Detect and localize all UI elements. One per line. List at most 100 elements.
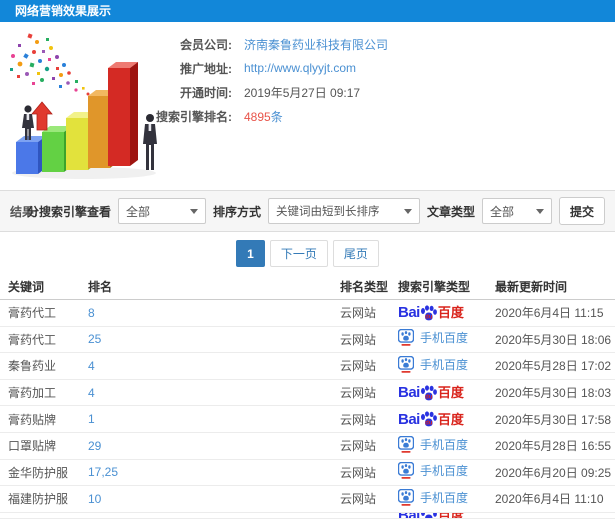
engine-cell: Bai du 百度: [398, 305, 495, 321]
baidu-paw-icon: du: [420, 305, 437, 320]
mobile-baidu-label: 手机百度: [420, 490, 469, 505]
baidu-paw-icon: [420, 512, 437, 518]
mobile-baidu-icon: [398, 462, 414, 480]
promo-url-link[interactable]: http://www.qlyyjt.com: [244, 61, 356, 75]
mobile-baidu-label: 手机百度: [420, 357, 469, 372]
keyword-cell: 膏药贴牌: [8, 412, 57, 427]
table-header-row: 关键词 排名 排名类型 搜索引擎类型 最新更新时间: [0, 274, 615, 300]
rank-type-cell: 云网站: [340, 412, 377, 427]
baidu-bai-text: Bai: [398, 304, 420, 321]
col-header-rank: 排名: [88, 280, 113, 294]
rank-link[interactable]: 29: [88, 439, 101, 453]
engine-cell: 手机百度: [398, 435, 495, 456]
baidu-mobile-badge: 手机百度: [398, 488, 469, 506]
mobile-baidu-icon: [398, 355, 414, 373]
keyword-cell: 口罩贴牌: [8, 439, 57, 454]
baidu-paw-icon: du: [420, 384, 437, 400]
chevron-down-icon: [536, 208, 544, 214]
keyword-cell: 秦鲁药业: [8, 359, 57, 374]
mobile-baidu-label: 手机百度: [420, 437, 469, 452]
rank-type-cell: 云网站: [340, 359, 377, 374]
updated-cell: 2020年6月4日 11:10: [495, 492, 604, 507]
sort-filter-label: 排序方式: [212, 204, 261, 219]
rank-count-number: 4895: [244, 109, 271, 124]
open-time-value: 2019年5月27日 09:17: [244, 85, 361, 100]
rank-link[interactable]: 1: [88, 412, 95, 426]
baidu-bai-text: Bai: [398, 411, 420, 428]
rank-type-cell: 云网站: [340, 439, 377, 454]
updated-cell: 2020年5月30日 17:58: [495, 412, 612, 427]
rank-link[interactable]: 4: [88, 386, 95, 400]
table-row[interactable]: 口罩贴牌 29 云网站 手机百度 2020年5月28日 16:55: [0, 432, 615, 460]
rank-count-value[interactable]: 4895条: [244, 108, 283, 125]
keyword-cell: 膏药代工: [8, 332, 57, 347]
baidu-bai-text: Bai: [398, 384, 420, 401]
baidu-logo: Bai du 百度: [398, 305, 464, 321]
baidu-du-text: du: [425, 394, 433, 400]
rank-count-unit: 条: [270, 109, 283, 124]
col-header-rank-type: 排名类型: [340, 280, 389, 294]
table-row[interactable]: 秦鲁药业 4 云网站 手机百度 2020年5月28日 17:02: [0, 353, 615, 380]
engine-select[interactable]: 全部: [117, 198, 206, 224]
info-row-rank-count: 搜索引擎排名: 4895条: [90, 104, 388, 128]
rank-link[interactable]: 10: [88, 492, 101, 506]
info-row-company: 会员公司: 济南秦鲁药业科技有限公司: [90, 32, 388, 56]
article-type-select[interactable]: 全部: [482, 198, 552, 224]
keyword-cell: 金华防护服: [8, 465, 69, 480]
baidu-mobile-badge: 手机百度: [398, 355, 469, 373]
chevron-down-icon: [189, 208, 198, 214]
rank-link[interactable]: 4: [88, 359, 95, 373]
baidu-mobile-badge: 手机百度: [398, 435, 469, 453]
updated-cell: 2020年6月4日 11:15: [495, 306, 604, 321]
rank-type-cell: 云网站: [340, 332, 377, 347]
up-arrow-icon: [31, 101, 53, 131]
rank-type-cell: 云网站: [340, 492, 377, 507]
table-row[interactable]: 膏药代工 8 云网站 Bai du 百度 2020年6月4日 11:15: [0, 300, 615, 327]
last-page-button[interactable]: 尾页: [332, 240, 379, 267]
sort-select[interactable]: 关键词由短到长排序: [267, 198, 420, 224]
window-title-bar: 网络营销效果展示: [0, 0, 615, 22]
baidu-mobile-badge: 手机百度: [398, 462, 469, 480]
rank-link[interactable]: 25: [88, 332, 101, 346]
page-title: 网络营销效果展示: [15, 4, 112, 18]
table-row[interactable]: 膏药贴牌 1 云网站 Bai du 百度 2020年5月30日 17:58: [0, 406, 615, 433]
mobile-baidu-icon: [398, 488, 414, 506]
rank-link[interactable]: 17,25: [88, 465, 118, 479]
table-row[interactable]: 膏药代工 25 云网站 手机百度 2020年5月30日 18:06: [0, 326, 615, 354]
table-row[interactable]: 金华防护服 17,25 云网站 手机百度 2020年6月20日 09:25: [0, 459, 615, 487]
rank-count-label: 搜索引擎排名:: [156, 109, 232, 124]
filter-controls: 分搜索引擎查看 全部 排序方式 关键词由短到长排序 文章类型 全部 提交: [27, 197, 605, 225]
article-type-value: 全部: [490, 204, 515, 219]
rank-type-cell: 云网站: [340, 386, 377, 401]
col-header-updated: 最新更新时间: [495, 280, 568, 294]
company-info-section: 会员公司: 济南秦鲁药业科技有限公司 推广地址: http://www.qlyy…: [0, 28, 615, 186]
baidu-du-text: du: [425, 314, 433, 320]
baidu-logo: Bai du 百度: [398, 384, 464, 401]
baidu-logo: Bai du 百度: [398, 411, 464, 427]
marketing-report-page: 网络营销效果展示 会员公司: 济南秦鲁药业科技有限公司 推广地址: http:/…: [0, 0, 615, 520]
engine-cell: Bai du 百度: [398, 384, 495, 401]
rank-link[interactable]: 8: [88, 306, 95, 320]
next-page-button[interactable]: 下一页: [269, 240, 328, 267]
keyword-cell: 膏药加工: [8, 386, 57, 401]
company-name-link[interactable]: 济南秦鲁药业科技有限公司: [244, 36, 388, 53]
table-row[interactable]: 膏药加工 4 云网站 Bai du 百度 2020年5月30日 18:03: [0, 379, 615, 407]
businessman-left: [22, 105, 34, 140]
page-1-button[interactable]: 1: [236, 240, 265, 267]
keyword-cell: 福建防护服: [8, 492, 69, 507]
updated-cell: 2020年5月28日 16:55: [495, 439, 612, 454]
engine-cell: Bai du 百度: [398, 411, 495, 427]
engine-filter-label: 分搜索引擎查看: [26, 204, 111, 219]
mobile-baidu-icon: [398, 435, 414, 453]
open-time-label: 开通时间:: [180, 85, 232, 100]
rank-type-cell: 云网站: [340, 306, 377, 321]
baidu-cn-text: 百度: [437, 411, 464, 427]
table-row[interactable]: 福建防护服 10 云网站 手机百度 2020年6月4日 11:10: [0, 486, 615, 513]
company-info-list: 会员公司: 济南秦鲁药业科技有限公司 推广地址: http://www.qlyy…: [90, 32, 388, 128]
engine-select-value: 全部: [125, 204, 150, 219]
updated-cell: 2020年5月30日 18:06: [495, 332, 612, 347]
mobile-baidu-label: 手机百度: [420, 464, 469, 479]
submit-button[interactable]: 提交: [559, 197, 605, 225]
baidu-cn-text: 百度: [437, 385, 464, 401]
sort-select-value: 关键词由短到长排序: [275, 206, 380, 218]
